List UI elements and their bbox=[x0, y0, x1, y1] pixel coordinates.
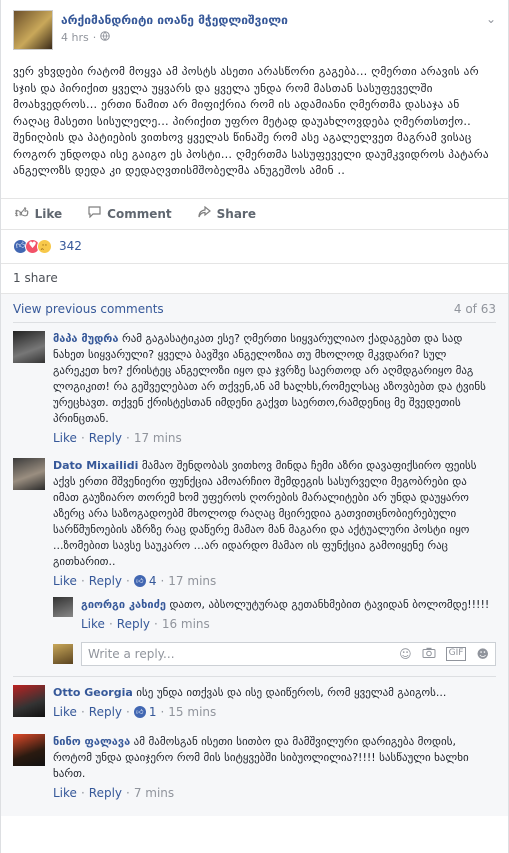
avatar[interactable] bbox=[13, 330, 45, 363]
commenter-name[interactable]: გიორგი კახიძე bbox=[81, 598, 166, 611]
sad-reaction-icon: ·̯· bbox=[37, 238, 52, 254]
comment-like-link[interactable]: Like bbox=[53, 785, 77, 801]
comment-time[interactable]: 7 mins bbox=[134, 785, 174, 801]
comment-text: დათო, აბსოლუტურად გეთანხმებით ტავიდან ბო… bbox=[169, 597, 490, 611]
like-label: Like bbox=[34, 206, 63, 221]
view-previous-comments-link[interactable]: View previous comments bbox=[13, 302, 164, 316]
dot-separator: · bbox=[92, 31, 97, 44]
comment-text: ისე უნდა ითქვას და ისე დაიწეროს, რომ ყვე… bbox=[136, 685, 447, 699]
gif-icon[interactable]: GIF bbox=[445, 646, 467, 661]
post-text: ვერ ვხვდები რატომ მოყვა ამ პოსტს ასეთი ა… bbox=[1, 56, 508, 180]
reply-input[interactable]: Write a reply... ☺ GIF ☻ bbox=[81, 641, 496, 666]
comment-time[interactable]: 15 mins bbox=[168, 704, 216, 720]
comment-body: ნინო ფალავა ამ მამოსგან ისეთი სითბო და მ… bbox=[53, 734, 496, 801]
comment-body: გიორგი კახიძე დათო, აბსოლუტურად გეთანხმე… bbox=[81, 597, 496, 632]
emoji-icon[interactable]: ☺ bbox=[399, 647, 412, 661]
comment-body: Otto Georgia ისე უნდა ითქვას და ისე დაიწ… bbox=[53, 685, 496, 720]
comment-counter: 4 of 63 bbox=[453, 301, 496, 316]
comment-like-count[interactable]: 👍︎ 1 bbox=[133, 704, 156, 720]
comment-actions: Like · Reply · 👍︎ 1 · 15 mins bbox=[53, 704, 217, 720]
camera-icon[interactable] bbox=[422, 647, 436, 661]
avatar[interactable] bbox=[53, 596, 73, 617]
comment-like-link[interactable]: Like bbox=[53, 430, 77, 446]
post-header: არქიმანდრიტი იოანე მჭედლიშვილი 4 hrs · ⌄ bbox=[1, 0, 508, 56]
share-label: Share bbox=[216, 206, 256, 221]
comment-body: Dato Mixailidi მამაო შენდობას ვითხოვ მინ… bbox=[53, 458, 496, 589]
comment-like-link[interactable]: Like bbox=[81, 616, 105, 632]
post-paragraph-1: ვერ ვხვდები რატომ მოყვა ამ პოსტს ასეთი ა… bbox=[13, 65, 479, 128]
nested-reply: გიორგი კახიძე დათო, აბსოლუტურად გეთანხმე… bbox=[1, 593, 508, 636]
avatar bbox=[53, 643, 73, 664]
reply-box: Write a reply... ☺ GIF ☻ bbox=[1, 636, 508, 672]
post-time[interactable]: 4 hrs bbox=[61, 31, 89, 44]
commenter-name[interactable]: ნინო ფალავა bbox=[53, 735, 130, 748]
reaction-count[interactable]: 342 bbox=[59, 239, 82, 253]
comment-text: რამ გაგასატიკათ ესე? ღმერთი სიყვარულიაო … bbox=[53, 331, 486, 425]
comment-label: Comment bbox=[107, 206, 172, 221]
comment-time[interactable]: 17 mins bbox=[168, 573, 216, 589]
divider bbox=[13, 321, 496, 323]
comment-time[interactable]: 17 mins bbox=[134, 430, 182, 446]
author-name[interactable]: არქიმანდრიტი იოანე მჭედლიშვილი bbox=[61, 13, 288, 27]
comments-section: View previous comments 4 of 63 მაპა მუდრ… bbox=[1, 293, 508, 816]
divider bbox=[13, 675, 496, 677]
post-meta: 4 hrs · bbox=[61, 31, 288, 44]
avatar[interactable] bbox=[13, 733, 45, 766]
comment-like-count[interactable]: 👍︎ 4 bbox=[133, 573, 156, 589]
post-paragraph-2: შენიღბის და პატიების ვითხოვ ყველას წინაშ… bbox=[13, 131, 489, 177]
comment: Otto Georgia ისე უნდა ითქვას და ისე დაიწ… bbox=[1, 681, 508, 724]
commenter-name[interactable]: Otto Georgia bbox=[53, 686, 133, 699]
chevron-down-icon[interactable]: ⌄ bbox=[486, 12, 496, 26]
author-avatar[interactable] bbox=[13, 10, 53, 50]
comment-actions: Like · Reply · 7 mins bbox=[53, 785, 175, 801]
view-previous-row: View previous comments 4 of 63 bbox=[1, 302, 508, 316]
commenter-name[interactable]: მაპა მუდრა bbox=[53, 332, 118, 345]
share-button[interactable]: Share bbox=[198, 205, 256, 222]
comment-text: მამაო შენდობას ვითხოვ მინდა ჩემი აზრი და… bbox=[53, 458, 477, 568]
avatar[interactable] bbox=[13, 684, 45, 717]
comment-actions: Like · Reply · 16 mins bbox=[81, 616, 210, 632]
comment: Dato Mixailidi მამაო შენდობას ვითხოვ მინ… bbox=[1, 454, 508, 593]
comment-reply-link[interactable]: Reply bbox=[89, 785, 122, 801]
globe-icon bbox=[100, 31, 111, 44]
comment-button[interactable]: Comment bbox=[88, 205, 172, 222]
commenter-name[interactable]: Dato Mixailidi bbox=[53, 459, 138, 472]
reactions-bar[interactable]: 👍︎ ♥ ·̯· 342 bbox=[1, 230, 508, 264]
share-count[interactable]: 1 share bbox=[1, 263, 508, 294]
comment: მაპა მუდრა რამ გაგასატიკათ ესე? ღმერთი ს… bbox=[1, 327, 508, 450]
share-icon bbox=[198, 205, 211, 222]
reply-tools: ☺ GIF ☻ bbox=[399, 646, 489, 661]
thumbs-up-icon: 👍︎ bbox=[133, 574, 146, 587]
comment-reply-link[interactable]: Reply bbox=[89, 430, 122, 446]
post-card: არქიმანდრიტი იოანე მჭედლიშვილი 4 hrs · ⌄… bbox=[0, 0, 509, 853]
comment-icon bbox=[88, 205, 101, 222]
comment-like-link[interactable]: Like bbox=[53, 704, 77, 720]
comment-actions: Like · Reply · 👍︎ 4 · 17 mins bbox=[53, 573, 217, 589]
comment-actions: Like · Reply · 17 mins bbox=[53, 430, 182, 446]
thumbs-up-icon: 👍︎ bbox=[133, 705, 146, 718]
author-block: არქიმანდრიტი იოანე მჭედლიშვილი 4 hrs · bbox=[61, 10, 288, 56]
thumbs-up-icon: 👍︎ bbox=[15, 206, 29, 221]
sticker-icon[interactable]: ☻ bbox=[476, 647, 489, 661]
comment-time[interactable]: 16 mins bbox=[162, 616, 210, 632]
comment-reply-link[interactable]: Reply bbox=[89, 704, 122, 720]
comment-reply-link[interactable]: Reply bbox=[89, 573, 122, 589]
comment-like-link[interactable]: Like bbox=[53, 573, 77, 589]
reply-placeholder: Write a reply... bbox=[88, 646, 175, 661]
comment-reply-link[interactable]: Reply bbox=[117, 616, 150, 632]
post-actions: 👍︎ Like Comment Share bbox=[1, 197, 508, 230]
like-button[interactable]: 👍︎ Like bbox=[15, 206, 62, 221]
avatar[interactable] bbox=[13, 457, 45, 490]
comment: ნინო ფალავა ამ მამოსგან ისეთი სითბო და მ… bbox=[1, 730, 508, 805]
comment-body: მაპა მუდრა რამ გაგასატიკათ ესე? ღმერთი ს… bbox=[53, 331, 496, 446]
